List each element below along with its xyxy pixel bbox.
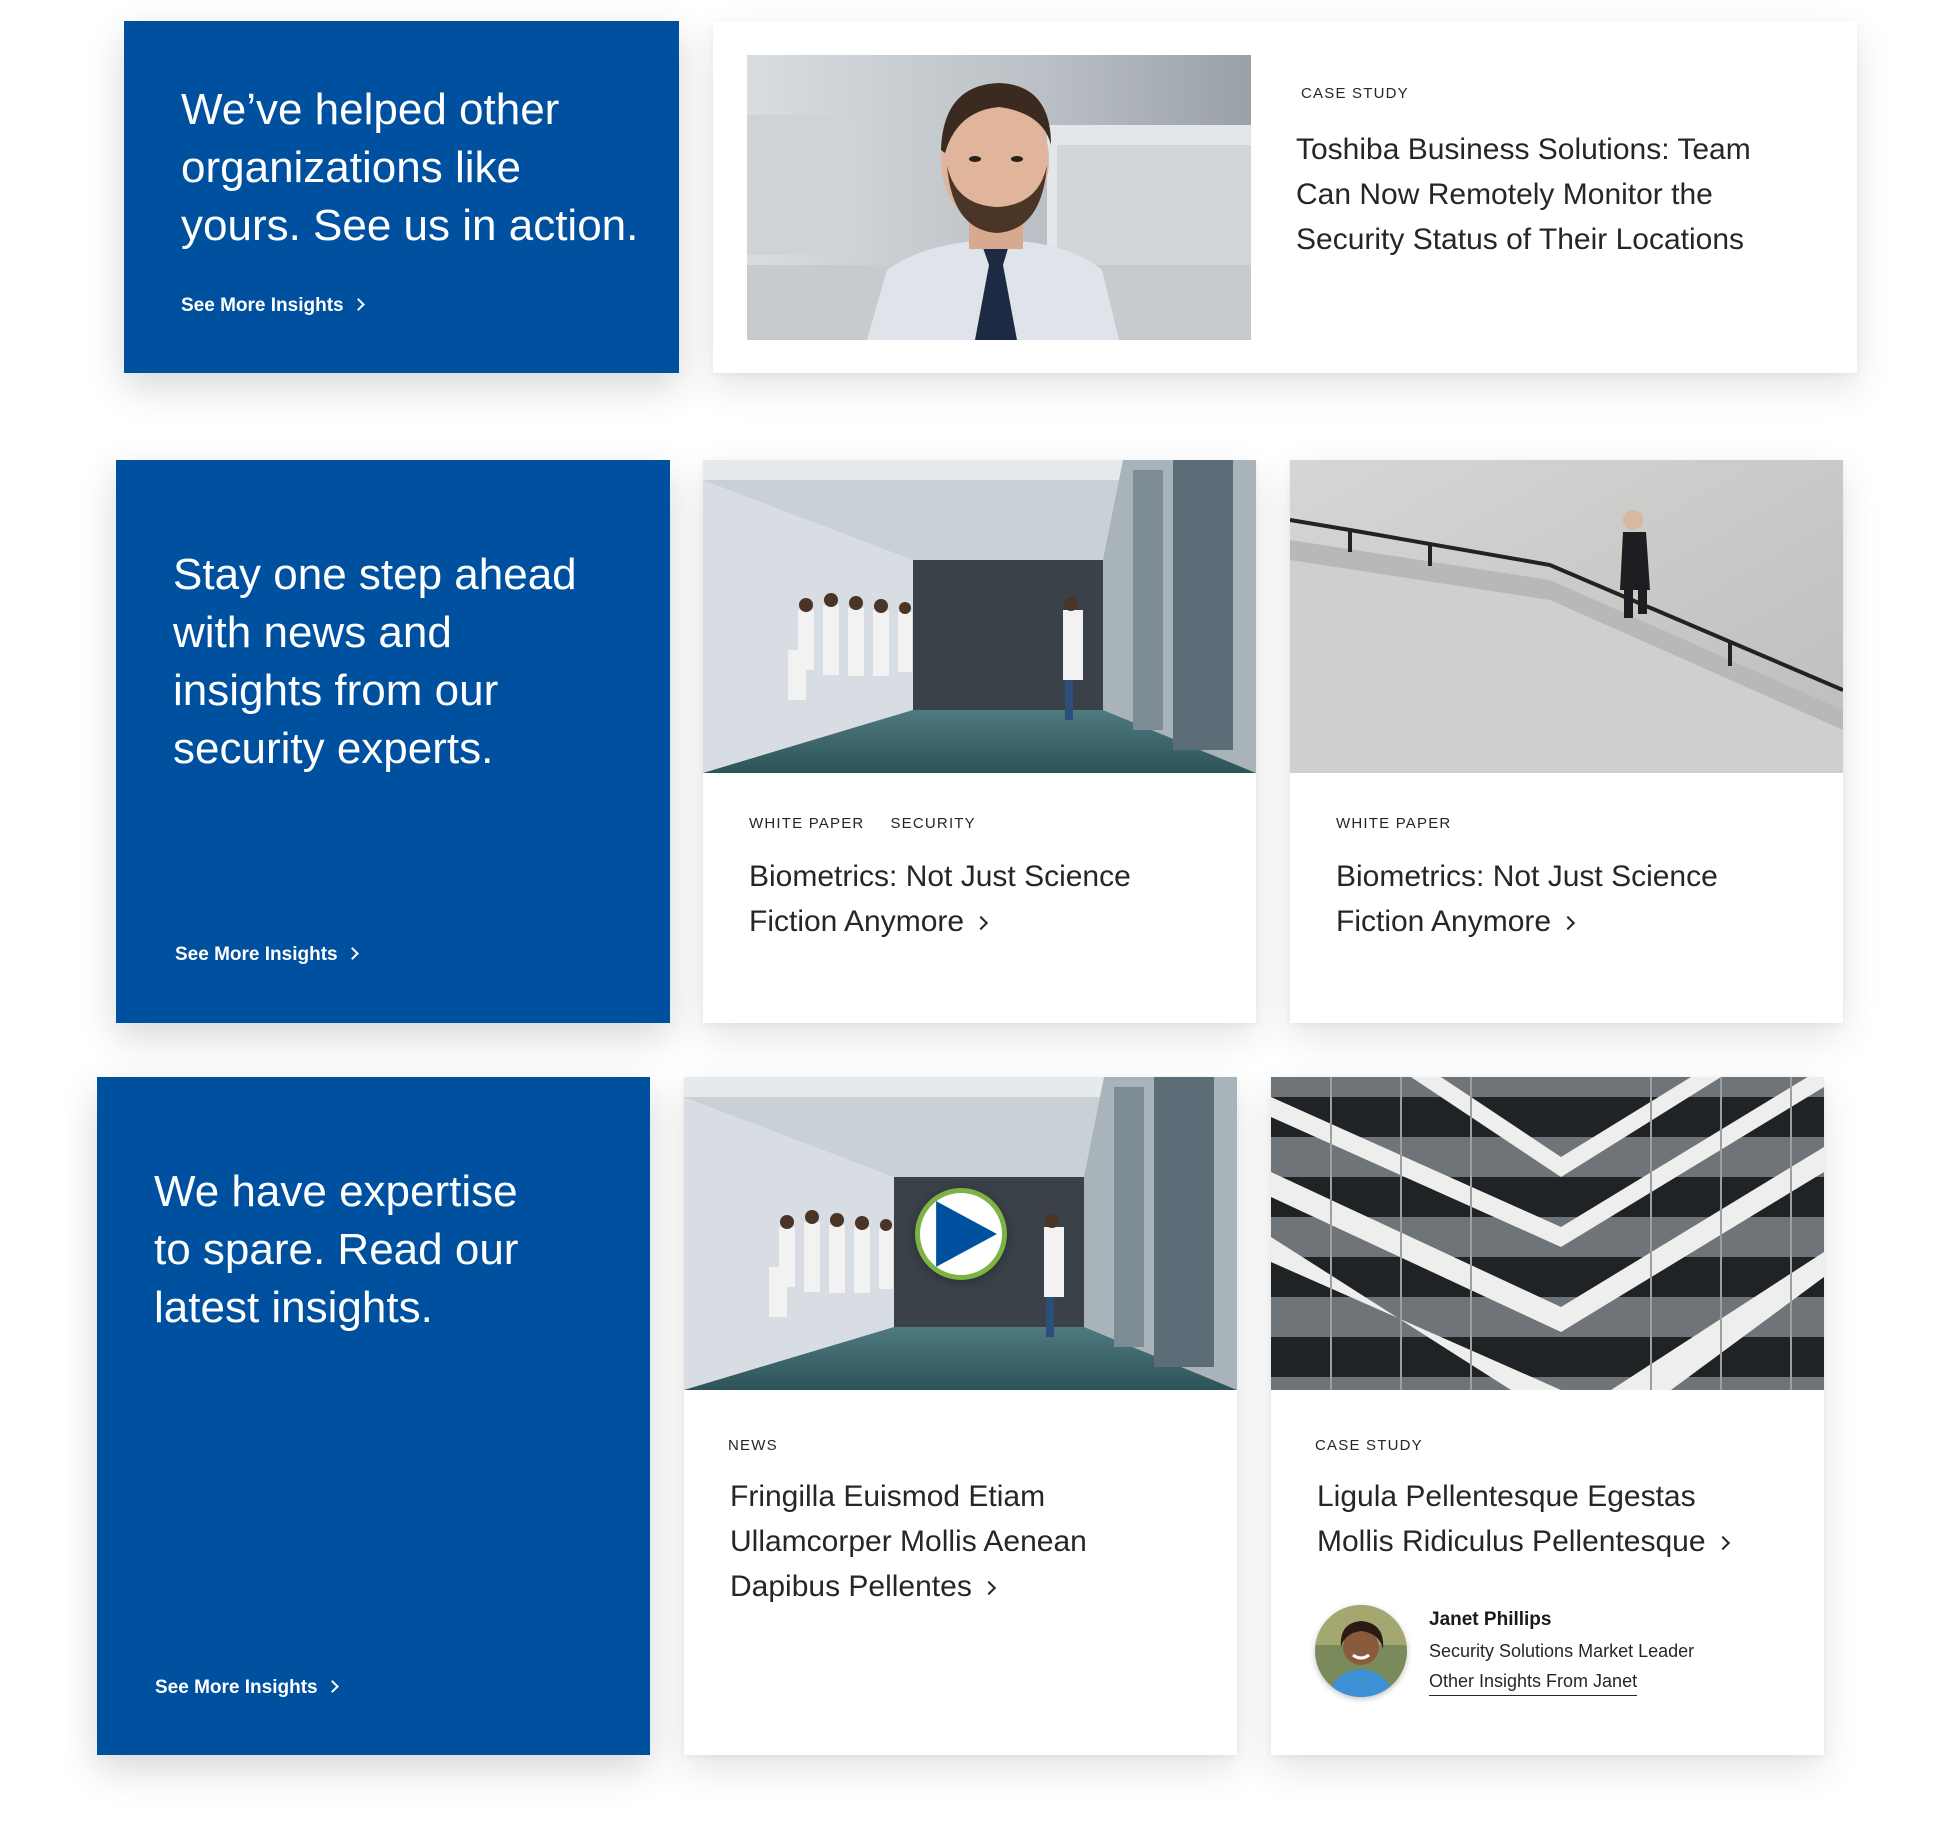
feature-title-link[interactable]: Toshiba Business Solutions: Team Can Now…: [1296, 133, 1751, 256]
content-type-tag: WHITE PAPER: [749, 815, 865, 832]
card-title-link[interactable]: Fringilla Euismod Etiam Ullamcorper Moll…: [730, 1480, 1087, 1603]
card-title-link[interactable]: Ligula Pellentesque Egestas Mollis Ridic…: [1317, 1480, 1730, 1558]
topic-tag: SECURITY: [890, 815, 976, 832]
card-title-link[interactable]: Biometrics: Not Just Science Fiction Any…: [1336, 860, 1718, 938]
author-block: Janet Phillips Security Solutions Market…: [1315, 1605, 1694, 1697]
tag-list: WHITE PAPER: [1336, 815, 1451, 832]
insight-card-case-study-author[interactable]: CASE STUDY Ligula Pellentesque Egestas M…: [1271, 1077, 1824, 1755]
see-more-insights-link[interactable]: See More Insights: [181, 295, 365, 317]
content-type-tag: WHITE PAPER: [1336, 815, 1452, 832]
promo-panel-row1: We’ve helped other organizations like yo…: [124, 21, 679, 373]
chevron-right-icon: [325, 1680, 339, 1693]
card-title-text: Biometrics: Not Just Science Fiction Any…: [1336, 860, 1718, 938]
staircase-photo: [1290, 460, 1843, 773]
insight-card-whitepaper-security[interactable]: WHITE PAPER SECURITY Biometrics: Not Jus…: [703, 460, 1256, 1023]
tag-list: WHITE PAPER SECURITY: [749, 815, 976, 832]
hospital-corridor-photo: [703, 460, 1256, 773]
promo-panel-row2: Stay one step ahead with news and insigh…: [116, 460, 670, 1023]
promo-panel-row3: We have expertise to spare. Read our lat…: [97, 1077, 650, 1755]
content-type-tag: NEWS: [728, 1437, 778, 1454]
insight-card-whitepaper[interactable]: WHITE PAPER Biometrics: Not Just Science…: [1290, 460, 1843, 1023]
businessman-photo: [747, 55, 1251, 340]
author-details: Janet Phillips Security Solutions Market…: [1429, 1605, 1694, 1697]
link-label: See More Insights: [181, 295, 344, 316]
see-more-insights-link[interactable]: See More Insights: [175, 944, 359, 966]
hospital-corridor-video-thumbnail[interactable]: [684, 1077, 1237, 1390]
content-type-tag: CASE STUDY: [1301, 85, 1409, 102]
content-type-tag: CASE STUDY: [1315, 1437, 1423, 1454]
card-title: Fringilla Euismod Etiam Ullamcorper Moll…: [730, 1474, 1150, 1609]
card-title-text: Fringilla Euismod Etiam Ullamcorper Moll…: [730, 1480, 1087, 1603]
feature-title: Toshiba Business Solutions: Team Can Now…: [1296, 127, 1796, 262]
chevron-right-icon: [1561, 915, 1576, 931]
office-building-photo: [1271, 1077, 1824, 1390]
card-title-text: Ligula Pellentesque Egestas Mollis Ridic…: [1317, 1480, 1706, 1558]
promo-heading: Stay one step ahead with news and insigh…: [173, 550, 577, 773]
card-title-link[interactable]: Biometrics: Not Just Science Fiction Any…: [749, 860, 1131, 938]
see-more-insights-link[interactable]: See More Insights: [155, 1677, 339, 1699]
tag-list: CASE STUDY: [1315, 1437, 1423, 1454]
avatar: [1315, 1605, 1407, 1697]
chevron-right-icon: [345, 947, 359, 960]
tag-list: CASE STUDY: [1301, 85, 1409, 102]
card-title: Biometrics: Not Just Science Fiction Any…: [1336, 854, 1756, 944]
promo-heading: We’ve helped other organizations like yo…: [181, 85, 639, 250]
promo-heading: We have expertise to spare. Read our lat…: [154, 1167, 519, 1332]
play-button[interactable]: [914, 1187, 1007, 1280]
card-title-text: Biometrics: Not Just Science Fiction Any…: [749, 860, 1131, 938]
author-insights-link[interactable]: Other Insights From Janet: [1429, 1667, 1638, 1696]
feature-card-case-study[interactable]: CASE STUDY Toshiba Business Solutions: T…: [713, 21, 1857, 373]
card-title: Ligula Pellentesque Egestas Mollis Ridic…: [1317, 1474, 1737, 1564]
chevron-right-icon: [351, 298, 365, 311]
insight-card-news-video[interactable]: NEWS Fringilla Euismod Etiam Ullamcorper…: [684, 1077, 1237, 1755]
chevron-right-icon: [974, 915, 989, 931]
card-title: Biometrics: Not Just Science Fiction Any…: [749, 854, 1169, 944]
author-name: Janet Phillips: [1429, 1609, 1552, 1630]
author-role: Security Solutions Market Leader: [1429, 1641, 1695, 1661]
link-label: See More Insights: [155, 1677, 318, 1698]
link-label: See More Insights: [175, 944, 338, 965]
chevron-right-icon: [1715, 1535, 1730, 1551]
chevron-right-icon: [981, 1580, 996, 1596]
play-icon: [935, 1200, 997, 1267]
tag-list: NEWS: [728, 1437, 778, 1454]
